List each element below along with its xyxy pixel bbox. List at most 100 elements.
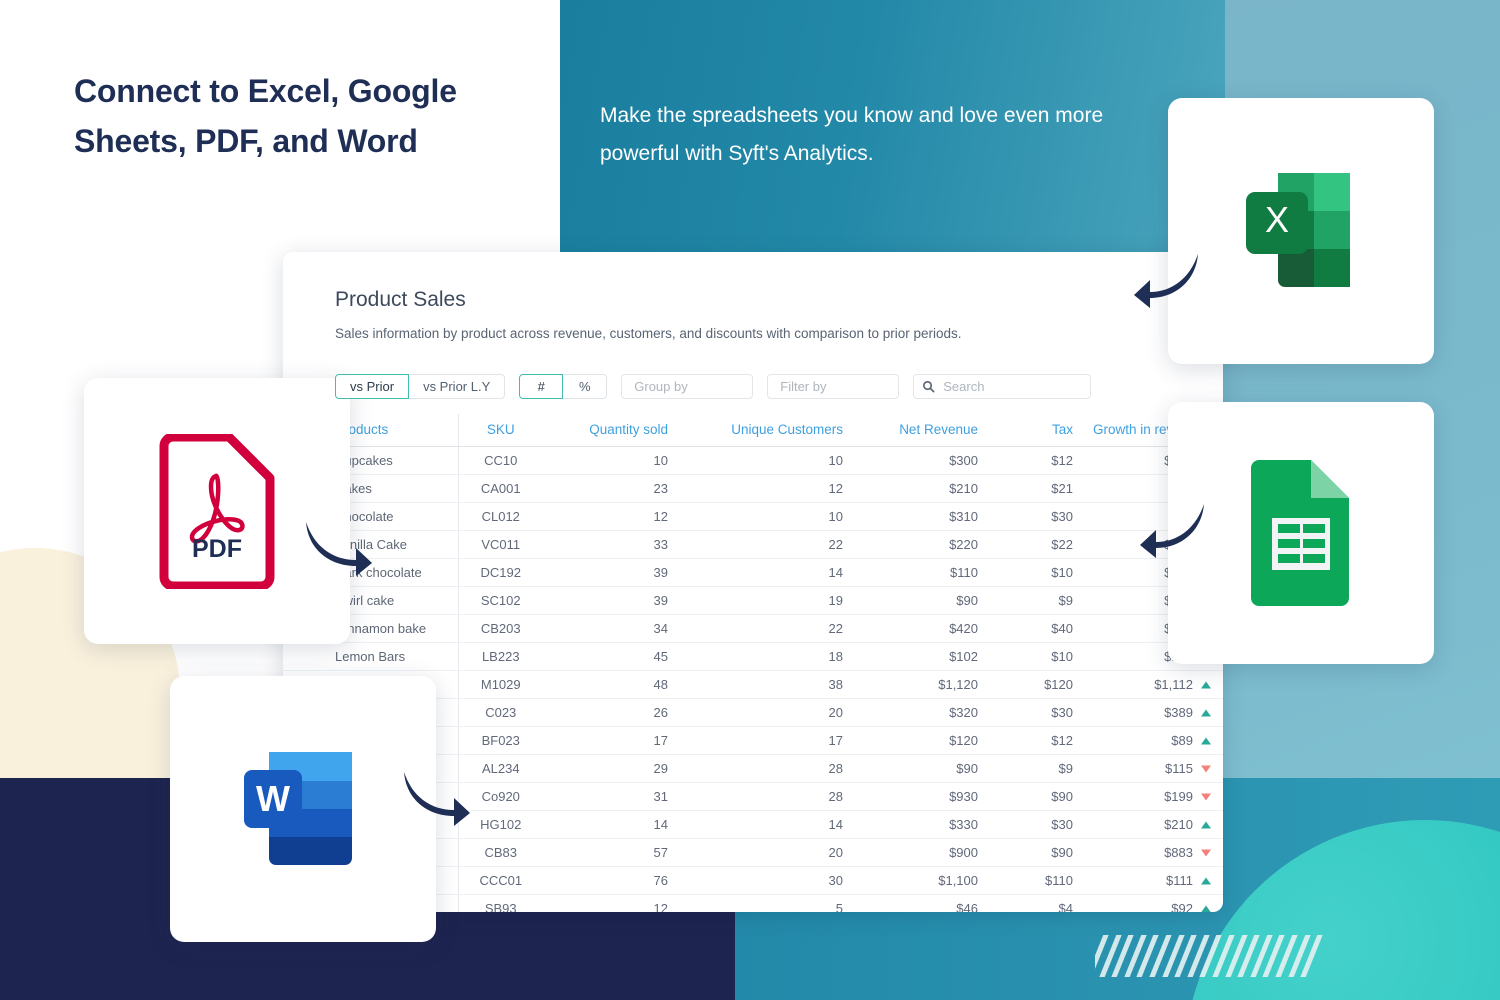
cell-cust: 14: [678, 810, 853, 839]
cell-rev: $900: [853, 838, 988, 867]
search-input[interactable]: Search: [913, 374, 1092, 399]
cell-tax: $4: [988, 894, 1083, 912]
column-header-rev[interactable]: Net Revenue: [853, 414, 988, 447]
pdf-icon: PDF: [159, 433, 275, 589]
cell-tax: $9: [988, 754, 1083, 783]
cell-qty: 33: [543, 530, 678, 559]
table-header-row: Products SKU Quantity sold Unique Customers…: [283, 414, 1223, 447]
trend-up-icon: [1201, 821, 1211, 828]
arrow-from-word-icon: [404, 772, 470, 826]
cell-qty: 29: [543, 754, 678, 783]
cell-sku: C023: [458, 698, 543, 727]
cell-sku: M1029: [458, 670, 543, 699]
cell-cust: 19: [678, 586, 853, 615]
table-row[interactable]: Swirl cakeSC1023919$90$9$184: [283, 586, 1223, 615]
unit-button-1[interactable]: #: [519, 374, 564, 399]
compare-button-2[interactable]: vs Prior L.Y: [409, 374, 506, 399]
filter-by-placeholder: Filter by: [780, 379, 827, 394]
cell-cust: 18: [678, 642, 853, 671]
group-by-input[interactable]: Group by: [621, 374, 754, 399]
cell-qty: 39: [543, 558, 678, 587]
column-header-tax[interactable]: Tax: [988, 414, 1083, 447]
cell-rev: $90: [853, 586, 988, 615]
cell-cust: 28: [678, 754, 853, 783]
cell-tax: $10: [988, 642, 1083, 671]
cell-rev: $210: [853, 474, 988, 503]
column-header-qty[interactable]: Quantity sold: [543, 414, 678, 447]
cell-rev: $330: [853, 810, 988, 839]
excel-card[interactable]: X: [1168, 98, 1434, 364]
cell-tax: $12: [988, 446, 1083, 475]
word-card[interactable]: W: [170, 676, 436, 942]
filter-by-input[interactable]: Filter by: [767, 374, 900, 399]
cell-rev: $420: [853, 614, 988, 643]
arrow-to-excel-icon: [1134, 254, 1198, 308]
cell-rev: $120: [853, 726, 988, 755]
arrow-to-sheets-icon: [1140, 504, 1204, 558]
cell-sku: CB83: [458, 838, 543, 867]
unit-button-2[interactable]: %: [563, 374, 608, 399]
table-row[interactable]: Vanilla CakeVC0113322$220$22$195: [283, 530, 1223, 559]
cell-tax: $90: [988, 838, 1083, 867]
table-row[interactable]: Cinnamon bakeCB2033422$420$40$329: [283, 614, 1223, 643]
cell-tax: $9: [988, 586, 1083, 615]
table-row[interactable]: ChocolateCL0121210$310$30$49: [283, 502, 1223, 531]
table-row[interactable]: CupcakesCC101010$300$12$199: [283, 446, 1223, 475]
cell-prod: Lemon Bars: [283, 642, 459, 671]
cell-qty: 12: [543, 502, 678, 531]
table-row[interactable]: Dark chocolateDC1923914$110$10$174: [283, 558, 1223, 587]
cell-rev: $110: [853, 558, 988, 587]
cell-rev: $1,100: [853, 866, 988, 895]
trend-up-icon: [1201, 877, 1211, 884]
cell-rev: $300: [853, 446, 988, 475]
cell-tax: $120: [988, 670, 1083, 699]
table-row[interactable]: Lemon BarsLB2234518$102$10$193: [283, 642, 1223, 671]
pdf-card[interactable]: PDF: [84, 378, 350, 644]
cell-sku: CC10: [458, 446, 543, 475]
cell-sku: CA001: [458, 474, 543, 503]
table-row[interactable]: CakesCA0012312$210$21$50: [283, 474, 1223, 503]
cell-cust: 10: [678, 446, 853, 475]
cell-tax: $30: [988, 698, 1083, 727]
cell-sku: BF023: [458, 726, 543, 755]
cell-growth: $199: [1083, 782, 1223, 811]
cell-cust: 30: [678, 866, 853, 895]
cell-cust: 22: [678, 530, 853, 559]
cell-tax: $90: [988, 782, 1083, 811]
search-icon: [922, 380, 935, 393]
cell-rev: $220: [853, 530, 988, 559]
excel-icon: X: [1245, 173, 1350, 287]
cell-sku: SB93: [458, 894, 543, 912]
cell-growth: $210: [1083, 810, 1223, 839]
cell-rev: $1,120: [853, 670, 988, 699]
group-by-placeholder: Group by: [634, 379, 688, 394]
trend-down-icon: [1201, 793, 1211, 800]
compare-toggle-group[interactable]: vs Prior vs Prior L.Y: [335, 374, 506, 399]
cell-cust: 38: [678, 670, 853, 699]
cell-qty: 17: [543, 726, 678, 755]
cell-qty: 45: [543, 642, 678, 671]
cell-sku: LB223: [458, 642, 543, 671]
cell-growth: $92: [1083, 894, 1223, 912]
cell-qty: 57: [543, 838, 678, 867]
trend-up-icon: [1201, 709, 1211, 716]
trend-down-icon: [1201, 849, 1211, 856]
decorative-stripes: [1095, 935, 1325, 977]
cell-growth: $89: [1083, 726, 1223, 755]
cell-growth: $111: [1083, 866, 1223, 895]
cell-qty: 23: [543, 474, 678, 503]
cell-cust: 14: [678, 558, 853, 587]
compare-button-1[interactable]: vs Prior: [335, 374, 410, 399]
cell-qty: 14: [543, 810, 678, 839]
cell-rev: $930: [853, 782, 988, 811]
cell-cust: 5: [678, 894, 853, 912]
unit-toggle-group[interactable]: #%: [519, 374, 608, 399]
panel-title: Product Sales: [335, 288, 466, 311]
cell-sku: CB203: [458, 614, 543, 643]
cell-qty: 26: [543, 698, 678, 727]
column-header-cust[interactable]: Unique Customers: [678, 414, 853, 447]
google-sheets-icon: [1251, 460, 1349, 606]
cell-cust: 20: [678, 698, 853, 727]
column-header-sku[interactable]: SKU: [458, 414, 543, 447]
table-toolbar: vs Prior vs Prior L.Y #% Group by Filter …: [335, 374, 1105, 399]
